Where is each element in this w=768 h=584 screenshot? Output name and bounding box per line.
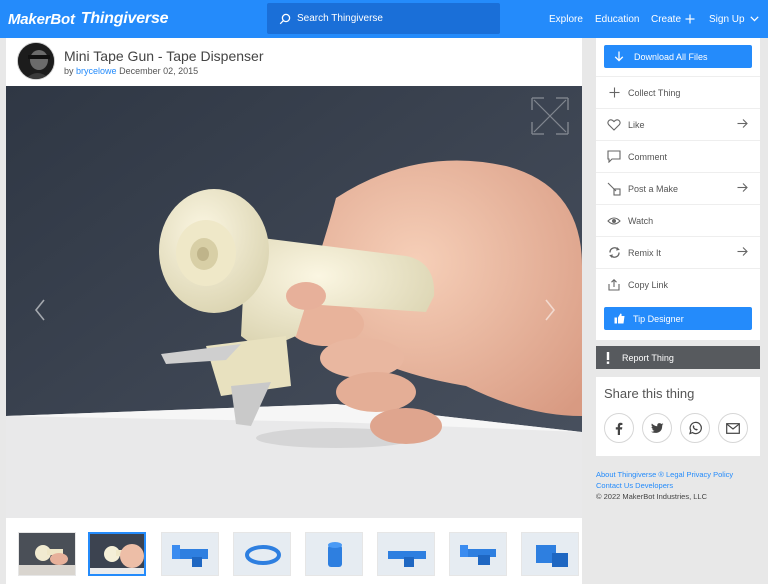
tip-designer-label: Tip Designer bbox=[633, 313, 684, 324]
comment-label: Comment bbox=[628, 151, 668, 162]
thing-main-panel: Mini Tape Gun - Tape Dispenser by brycel… bbox=[6, 38, 582, 584]
nav-explore-label: Explore bbox=[549, 13, 583, 25]
designer-avatar[interactable] bbox=[17, 42, 55, 80]
site-footer: About Thingiverse ® Legal Privacy Policy… bbox=[596, 469, 766, 502]
facebook-icon bbox=[615, 422, 623, 435]
plus-icon bbox=[609, 87, 619, 98]
thumbnail-1[interactable] bbox=[18, 532, 76, 576]
collect-thing-button[interactable]: Collect Thing bbox=[596, 76, 760, 108]
heart-icon bbox=[607, 118, 621, 131]
thumbnail-3[interactable] bbox=[161, 532, 219, 576]
thumbnail-8[interactable] bbox=[521, 532, 579, 576]
remix-it-label: Remix It bbox=[628, 247, 662, 258]
post-a-make-button[interactable]: Post a Make bbox=[596, 172, 760, 204]
nav-education-label: Education bbox=[595, 13, 640, 25]
thing-byline: by brycelowe December 02, 2015 bbox=[64, 66, 198, 76]
like-label: Like bbox=[628, 119, 645, 130]
copy-link-button[interactable]: Copy Link bbox=[596, 268, 760, 300]
email-icon bbox=[726, 422, 740, 434]
download-all-files-button[interactable]: Download All Files bbox=[604, 45, 752, 68]
whatsapp-icon bbox=[689, 421, 702, 435]
logo-makerbot-text: MakerBot bbox=[8, 10, 75, 28]
top-navigation-bar: MakerBot Thingiverse Search Thingiverse … bbox=[0, 0, 768, 38]
report-thing-button[interactable]: Report Thing bbox=[596, 346, 760, 369]
thumbnail-strip bbox=[18, 532, 582, 576]
logo-thingiverse-text: Thingiverse bbox=[80, 10, 169, 27]
share-out-icon bbox=[608, 278, 620, 291]
download-all-files-label: Download All Files bbox=[634, 51, 708, 62]
remix-icon bbox=[608, 247, 620, 258]
download-arrow-icon bbox=[614, 51, 624, 62]
post-make-icon bbox=[607, 182, 621, 196]
footer-copyright: © 2022 MakerBot Industries, LLC bbox=[596, 492, 707, 501]
thumbnail-4[interactable] bbox=[233, 532, 291, 576]
comment-button[interactable]: Comment bbox=[596, 140, 760, 172]
nav-education[interactable]: Education bbox=[595, 0, 639, 38]
search-icon bbox=[279, 13, 291, 24]
search-placeholder: Search Thingiverse bbox=[297, 13, 383, 24]
arrow-right-icon bbox=[737, 119, 748, 128]
copy-link-label: Copy Link bbox=[628, 279, 669, 290]
footer-links-line-2[interactable]: Contact Us Developers bbox=[596, 480, 766, 491]
share-panel: Share this thing bbox=[596, 377, 760, 456]
comment-icon bbox=[607, 150, 621, 163]
post-a-make-label: Post a Make bbox=[628, 183, 679, 194]
chevron-down-icon bbox=[749, 16, 759, 22]
thing-actions-sidebar: Download All Files Collect Thing Like Co… bbox=[596, 38, 760, 340]
thing-main-image bbox=[6, 86, 582, 518]
eye-icon bbox=[607, 216, 621, 225]
thumbs-up-icon bbox=[614, 313, 625, 324]
arrow-right-icon bbox=[737, 247, 748, 256]
thing-title: Mini Tape Gun - Tape Dispenser bbox=[64, 48, 264, 64]
share-email-button[interactable] bbox=[718, 413, 748, 443]
designer-link[interactable]: brycelowe bbox=[76, 66, 117, 76]
remix-it-button[interactable]: Remix It bbox=[596, 236, 760, 268]
watch-label: Watch bbox=[628, 215, 654, 226]
exclamation-icon bbox=[606, 351, 610, 364]
thumbnail-5[interactable] bbox=[305, 532, 363, 576]
search-input[interactable]: Search Thingiverse bbox=[267, 3, 500, 34]
nav-sign-up[interactable]: Sign Up bbox=[709, 0, 759, 38]
nav-create[interactable]: Create bbox=[651, 0, 695, 38]
nav-explore[interactable]: Explore bbox=[549, 0, 583, 38]
thumbnail-7[interactable] bbox=[449, 532, 507, 576]
tip-designer-button[interactable]: Tip Designer bbox=[604, 307, 752, 330]
publish-date: December 02, 2015 bbox=[119, 66, 199, 76]
twitter-icon bbox=[650, 422, 663, 433]
nav-sign-up-label: Sign Up bbox=[709, 13, 745, 25]
share-whatsapp-button[interactable] bbox=[680, 413, 710, 443]
arrow-right-icon bbox=[737, 183, 748, 192]
thumbnail-6[interactable] bbox=[377, 532, 435, 576]
nav-create-label: Create bbox=[651, 13, 682, 25]
share-twitter-button[interactable] bbox=[642, 413, 672, 443]
thumbnail-2[interactable] bbox=[88, 532, 146, 576]
collect-thing-label: Collect Thing bbox=[628, 87, 681, 98]
report-thing-label: Report Thing bbox=[622, 352, 674, 363]
makerbot-thingiverse-logo[interactable]: MakerBot Thingiverse bbox=[8, 7, 169, 31]
footer-links-line-1[interactable]: About Thingiverse ® Legal Privacy Policy bbox=[596, 469, 766, 480]
plus-icon bbox=[685, 14, 695, 24]
share-title: Share this thing bbox=[604, 386, 695, 401]
share-facebook-button[interactable] bbox=[604, 413, 634, 443]
byline-prefix: by bbox=[64, 66, 74, 76]
like-button[interactable]: Like bbox=[596, 108, 760, 140]
watch-button[interactable]: Watch bbox=[596, 204, 760, 236]
